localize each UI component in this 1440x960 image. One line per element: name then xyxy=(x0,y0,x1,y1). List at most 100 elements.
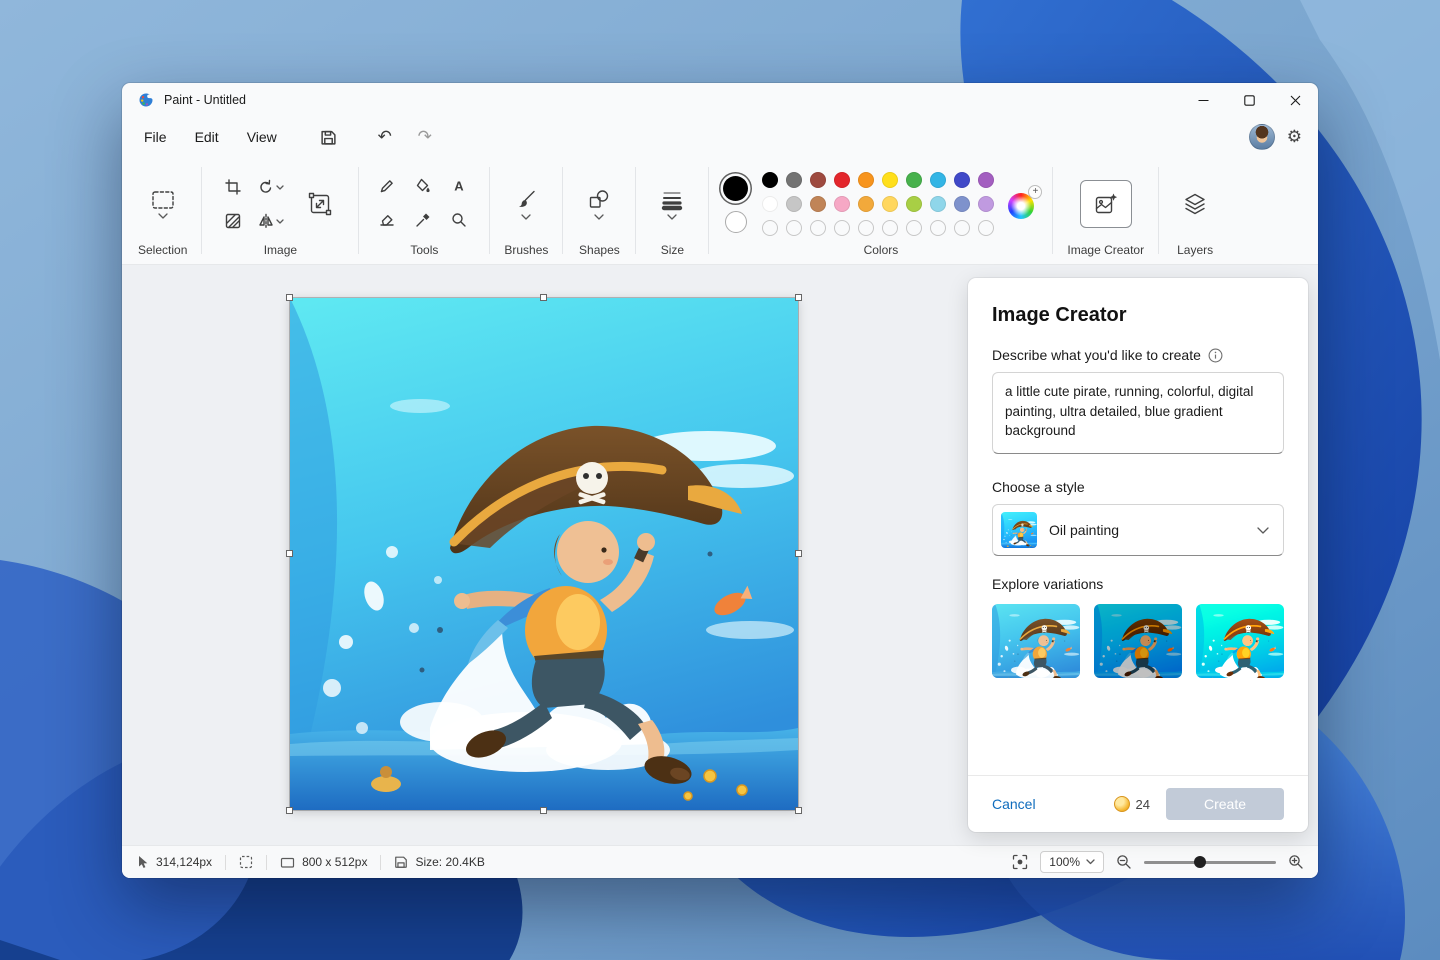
selection-handle-e[interactable] xyxy=(795,550,802,557)
create-button[interactable]: Create xyxy=(1166,788,1284,820)
variation-thumbnail-2[interactable] xyxy=(1094,604,1182,678)
color-swatch[interactable] xyxy=(834,172,850,188)
color-swatch[interactable] xyxy=(906,172,922,188)
fill-tool-button[interactable] xyxy=(409,172,437,200)
canvas-selected-image[interactable] xyxy=(290,298,798,810)
color-swatch-empty[interactable] xyxy=(858,220,874,236)
text-tool-button[interactable]: A xyxy=(445,172,473,200)
color-swatch[interactable] xyxy=(954,172,970,188)
selection-handle-s[interactable] xyxy=(540,807,547,814)
account-avatar[interactable] xyxy=(1249,124,1275,150)
selection-handle-nw[interactable] xyxy=(286,294,293,301)
color-swatch[interactable] xyxy=(882,172,898,188)
eraser-tool-button[interactable] xyxy=(373,206,401,234)
color-swatch[interactable] xyxy=(858,196,874,212)
selection-handle-w[interactable] xyxy=(286,550,293,557)
style-dropdown[interactable]: Oil painting xyxy=(992,504,1284,556)
coin-icon xyxy=(1114,796,1130,812)
color-swatch[interactable] xyxy=(906,196,922,212)
color-swatch[interactable] xyxy=(786,172,802,188)
crop-button[interactable] xyxy=(219,173,247,201)
color-swatch[interactable] xyxy=(810,196,826,212)
color-swatch-empty[interactable] xyxy=(978,220,994,236)
color-swatch[interactable] xyxy=(954,196,970,212)
color-swatch-empty[interactable] xyxy=(834,220,850,236)
selection-handle-sw[interactable] xyxy=(286,807,293,814)
color-swatch[interactable] xyxy=(858,172,874,188)
color-swatch[interactable] xyxy=(786,196,802,212)
zoom-slider-thumb[interactable] xyxy=(1194,856,1206,868)
magnifier-tool-button[interactable] xyxy=(445,206,473,234)
color-swatch[interactable] xyxy=(978,172,994,188)
stroke-size-icon xyxy=(661,189,683,211)
maximize-button[interactable] xyxy=(1226,83,1272,117)
canvas-area[interactable]: Image Creator Describe what you'd like t… xyxy=(122,265,1318,845)
flip-button[interactable] xyxy=(257,207,285,235)
image-creator-panel: Image Creator Describe what you'd like t… xyxy=(968,278,1308,832)
color-swatch[interactable] xyxy=(882,196,898,212)
color-picker-tool-button[interactable] xyxy=(409,206,437,234)
cancel-button[interactable]: Cancel xyxy=(992,796,1036,812)
resize-image-button[interactable] xyxy=(296,180,344,228)
menu-file[interactable]: File xyxy=(130,123,181,151)
chevron-down-icon xyxy=(667,214,677,220)
image-creator-button[interactable] xyxy=(1080,180,1132,228)
color-swatch-empty[interactable] xyxy=(930,220,946,236)
save-button[interactable] xyxy=(313,121,345,153)
zoom-slider[interactable] xyxy=(1144,855,1276,869)
custom-color-button[interactable]: + xyxy=(1008,189,1038,219)
color-swatch[interactable] xyxy=(834,196,850,212)
generated-pirate-image xyxy=(290,298,798,810)
color-swatch-empty[interactable] xyxy=(762,220,778,236)
fit-to-screen-button[interactable] xyxy=(1012,854,1028,870)
settings-button[interactable]: ⚙ xyxy=(1287,127,1302,147)
chevron-down-icon xyxy=(276,219,284,224)
close-button[interactable] xyxy=(1272,83,1318,117)
selection-tool-button[interactable] xyxy=(141,176,185,232)
redo-button[interactable]: ↷ xyxy=(409,121,441,153)
texture-select-button[interactable] xyxy=(219,207,247,235)
file-size: Size: 20.4KB xyxy=(394,855,484,869)
menu-view[interactable]: View xyxy=(233,123,291,151)
describe-label-row: Describe what you'd like to create xyxy=(992,347,1284,363)
variations-row xyxy=(992,604,1284,678)
layers-button[interactable] xyxy=(1173,180,1217,228)
menu-edit[interactable]: Edit xyxy=(181,123,233,151)
selection-handle-n[interactable] xyxy=(540,294,547,301)
window-controls xyxy=(1180,83,1318,117)
variation-thumbnail-1[interactable] xyxy=(992,604,1080,678)
chevron-down-icon xyxy=(158,213,168,219)
background-color[interactable] xyxy=(725,211,747,233)
selection-handle-se[interactable] xyxy=(795,807,802,814)
ribbon-group-size: Size xyxy=(640,157,704,264)
color-swatch[interactable] xyxy=(762,172,778,188)
shapes-button[interactable] xyxy=(577,176,621,232)
brushes-button[interactable] xyxy=(504,176,548,232)
minimize-button[interactable] xyxy=(1180,83,1226,117)
color-swatch[interactable] xyxy=(930,196,946,212)
size-button[interactable] xyxy=(650,176,694,232)
prompt-input[interactable]: a little cute pirate, running, colorful,… xyxy=(992,372,1284,454)
selection-handle-ne[interactable] xyxy=(795,294,802,301)
foreground-color[interactable] xyxy=(723,176,748,201)
zoom-out-button[interactable] xyxy=(1116,854,1132,870)
zoom-in-button[interactable] xyxy=(1288,854,1304,870)
color-swatch[interactable] xyxy=(930,172,946,188)
color-swatch-empty[interactable] xyxy=(810,220,826,236)
color-swatch-empty[interactable] xyxy=(786,220,802,236)
pencil-tool-button[interactable] xyxy=(373,172,401,200)
color-swatch[interactable] xyxy=(762,196,778,212)
window-title: Paint - Untitled xyxy=(164,93,246,107)
color-swatch-empty[interactable] xyxy=(954,220,970,236)
undo-button[interactable]: ↶ xyxy=(369,121,401,153)
rotate-button[interactable] xyxy=(257,173,285,201)
file-size-text: Size: 20.4KB xyxy=(415,855,484,869)
color-swatch[interactable] xyxy=(978,196,994,212)
color-swatch[interactable] xyxy=(810,172,826,188)
color-swatch-empty[interactable] xyxy=(906,220,922,236)
color-swatch-empty[interactable] xyxy=(882,220,898,236)
variation-thumbnail-3[interactable] xyxy=(1196,604,1284,678)
eraser-icon xyxy=(379,212,395,228)
zoom-level-dropdown[interactable]: 100% xyxy=(1040,851,1104,873)
info-icon[interactable] xyxy=(1208,348,1223,363)
